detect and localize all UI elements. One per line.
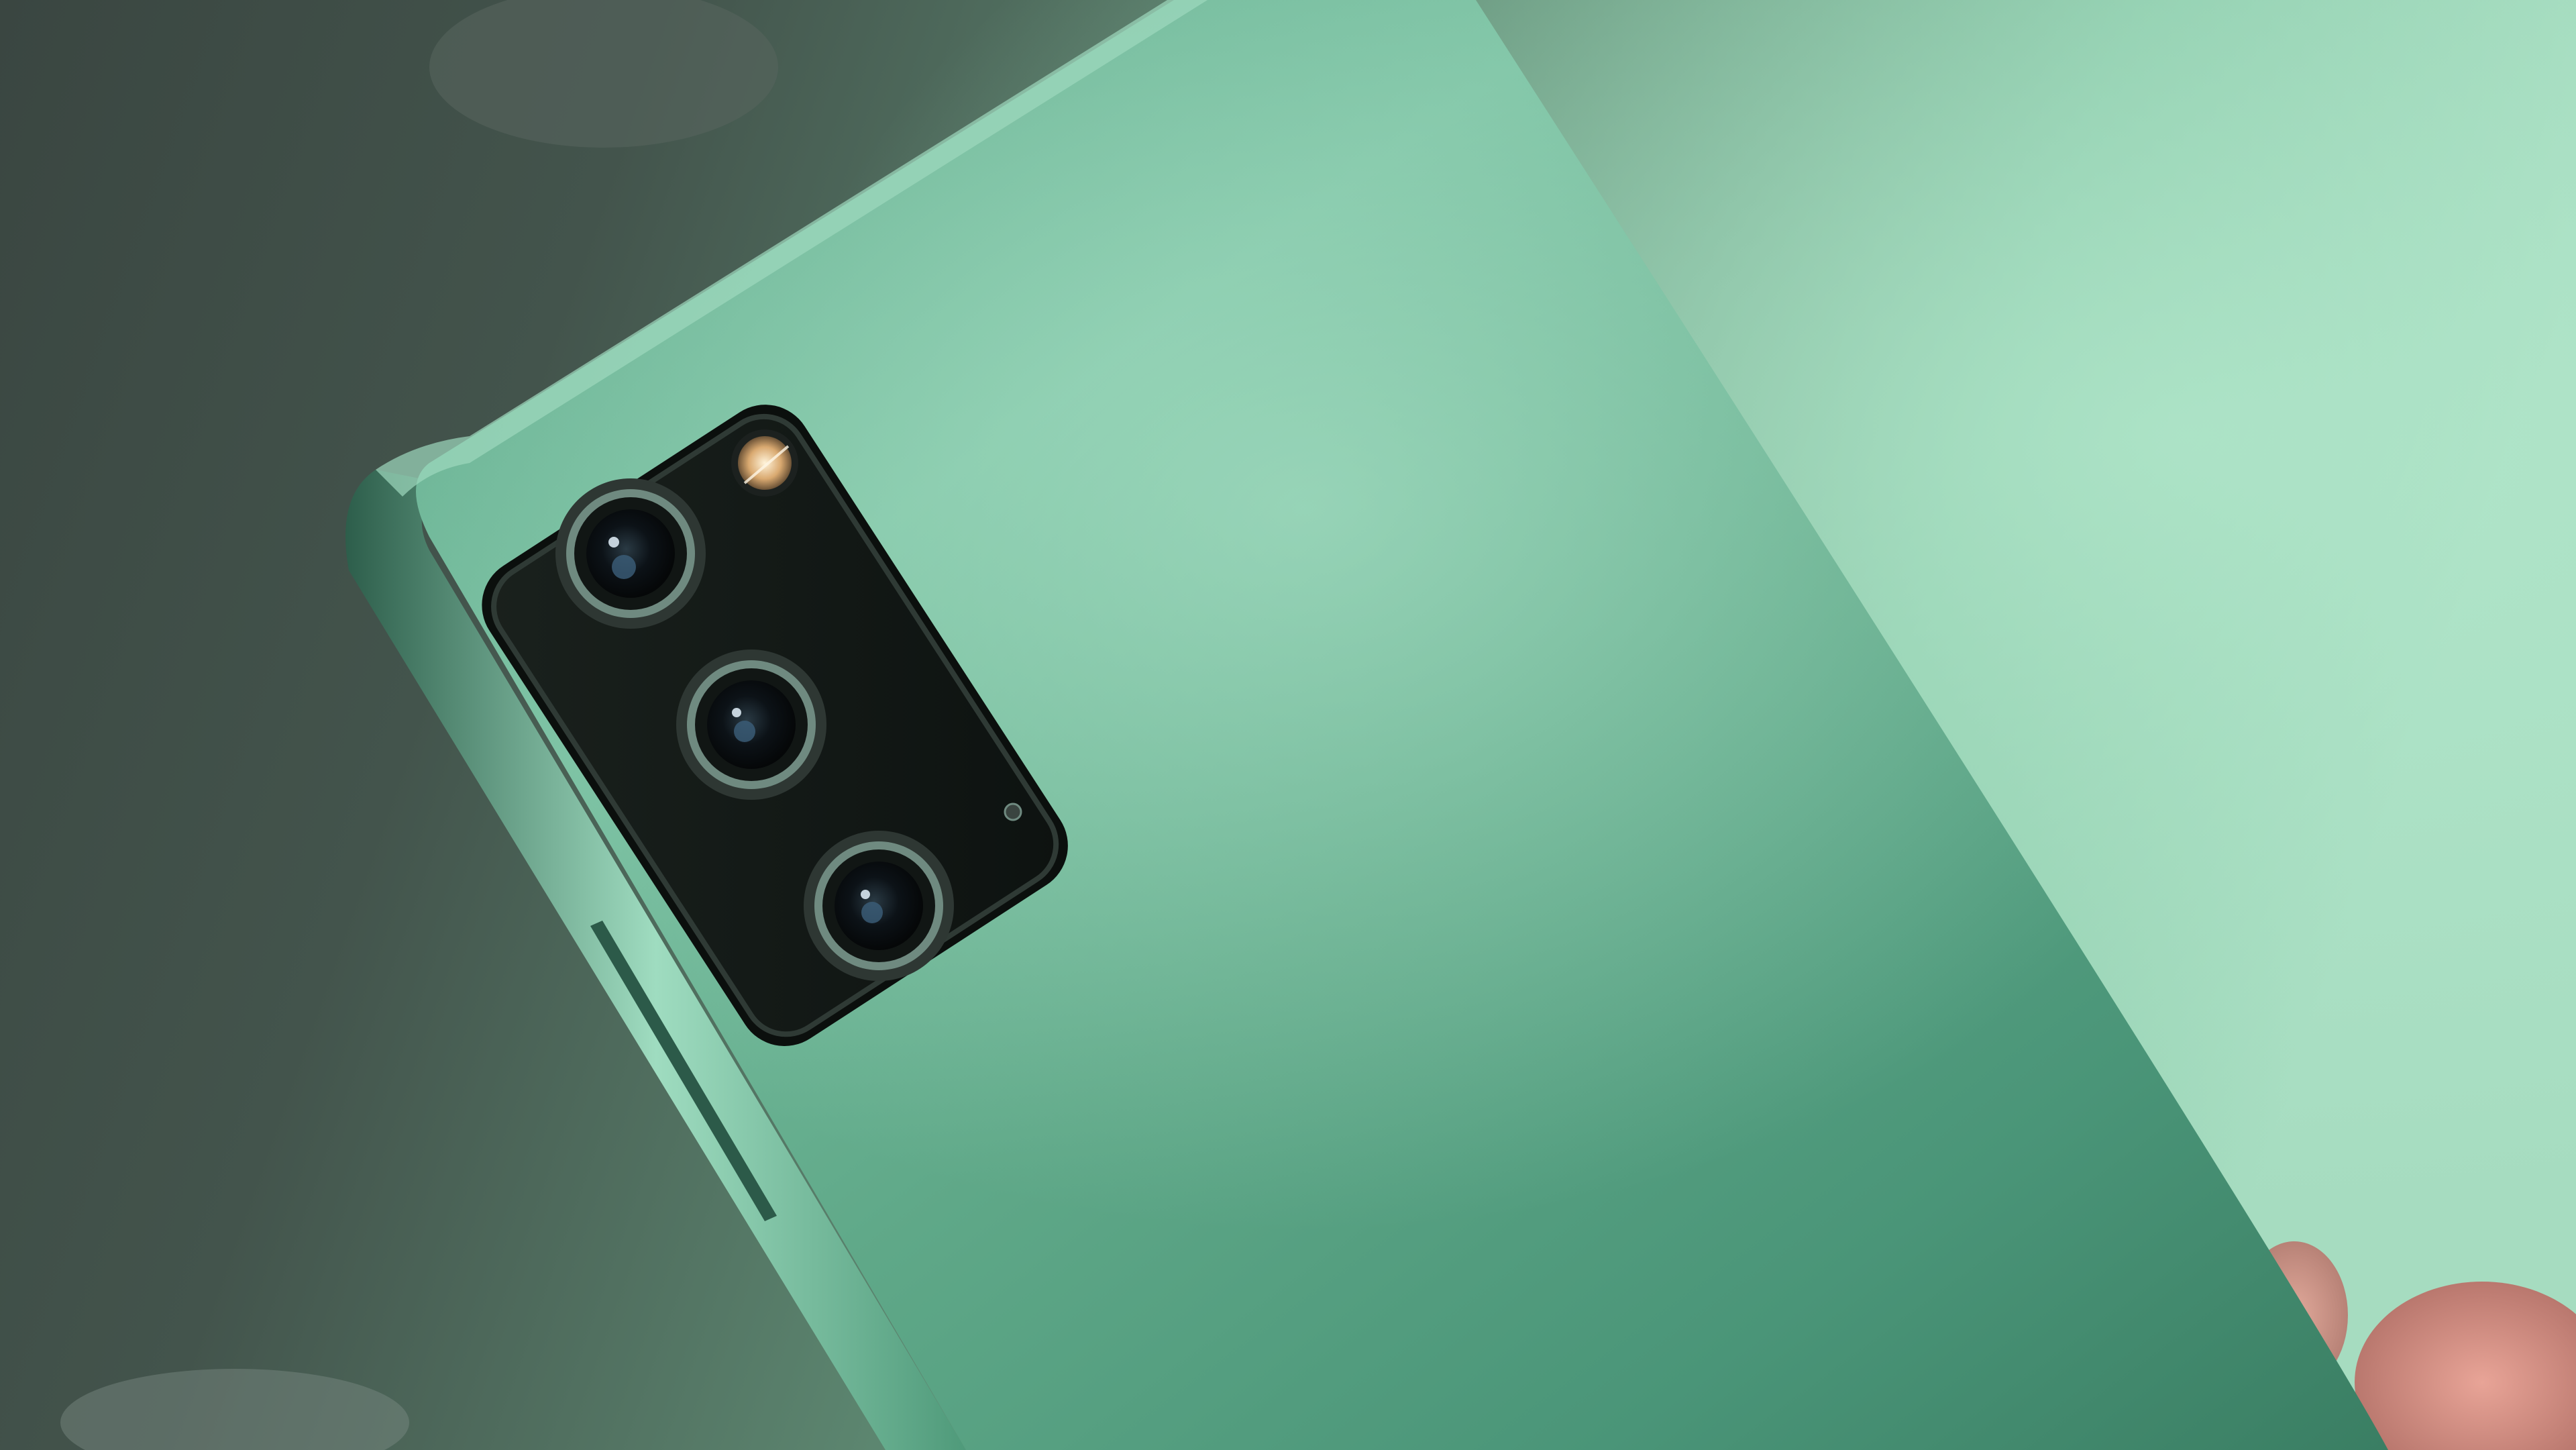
camera-lens-bottom — [804, 831, 954, 981]
camera-lens-middle — [676, 650, 826, 800]
camera-flash — [731, 429, 798, 497]
sensor-dot — [1004, 802, 1022, 821]
camera-lens-top — [555, 478, 706, 629]
photo-scene — [0, 0, 2576, 1450]
